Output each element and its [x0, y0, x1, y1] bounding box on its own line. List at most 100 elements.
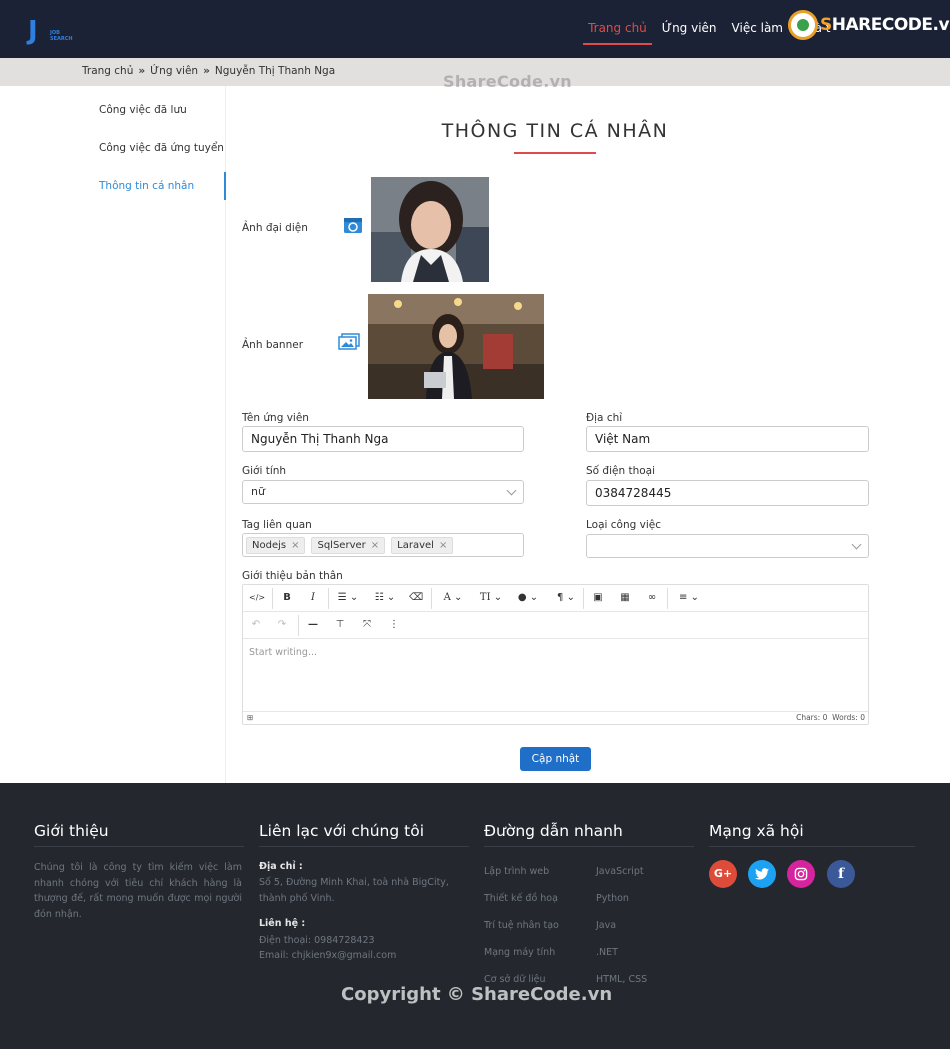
- phone-input[interactable]: 0384728445: [586, 480, 869, 506]
- footer-divider: [34, 846, 244, 847]
- toolbar-divider: [272, 588, 273, 609]
- numbered-list-icon[interactable]: ☷ ⌄: [373, 590, 397, 606]
- gender-selected-value: nữ: [251, 485, 265, 498]
- banner-image: [368, 294, 544, 399]
- footer-link[interactable]: Java: [596, 920, 616, 931]
- tag-chip-label: SqlServer: [317, 540, 366, 551]
- editor-placeholder[interactable]: Start writing...: [249, 647, 317, 658]
- words-count: Words: 0: [832, 713, 865, 722]
- footer-links-heading: Đường dẫn nhanh: [484, 821, 623, 840]
- footer-link[interactable]: JavaScript: [596, 866, 644, 877]
- bio-label: Giới thiệu bản thân: [242, 570, 343, 582]
- tag-chip-label: Nodejs: [252, 540, 287, 551]
- breadcrumb-candidates[interactable]: Ứng viên: [150, 65, 198, 77]
- banner-label: Ảnh banner: [242, 339, 304, 351]
- breadcrumb-current: Nguyễn Thị Thanh Nga: [214, 65, 336, 77]
- resize-handle-icon[interactable]: ⊞: [247, 713, 253, 722]
- footer-email[interactable]: Email: chjkien9x@gmail.com: [259, 948, 459, 964]
- footer-link[interactable]: Thiết kế đồ hoạ: [484, 893, 558, 904]
- toolbar-divider: [583, 588, 584, 609]
- image-icon[interactable]: ▣: [590, 590, 606, 606]
- address-label: Địa chỉ: [586, 412, 623, 424]
- toolbar-divider: [298, 615, 299, 636]
- tag-chip: Nodejs ×: [246, 537, 306, 554]
- remove-tag-icon[interactable]: ×: [291, 540, 299, 551]
- nav-home[interactable]: Trang chủ: [583, 0, 652, 58]
- logo-letter: J: [28, 16, 38, 46]
- footer-address-text: Số 5, Đường Minh Khai, toà nhà BigCity, …: [259, 877, 449, 904]
- google-plus-icon[interactable]: G+: [709, 860, 737, 888]
- redo-icon[interactable]: ↷: [275, 617, 289, 633]
- sidebar-active-indicator: [224, 172, 226, 200]
- remove-tag-icon[interactable]: ×: [371, 540, 379, 551]
- footer-contact-title: Liên hệ :: [259, 918, 306, 929]
- update-button[interactable]: Cập nhật: [520, 747, 591, 771]
- sharecode-logo-text: SHARECODE.vn: [820, 15, 950, 35]
- twitter-icon[interactable]: [748, 860, 776, 888]
- more-options-icon[interactable]: ⋮: [388, 617, 400, 633]
- sidebar-item-applied-jobs[interactable]: Công việc đã ứng tuyển: [99, 142, 224, 154]
- breadcrumb-separator-icon: »: [138, 65, 146, 77]
- color-drop-icon[interactable]: ● ⌄: [514, 590, 542, 606]
- footer-divider: [484, 846, 694, 847]
- horizontal-rule-icon[interactable]: —: [306, 617, 320, 633]
- watermark-text: ShareCode.vn: [443, 72, 572, 91]
- table-icon[interactable]: ▦: [617, 590, 633, 606]
- fullscreen-icon[interactable]: ⤧: [360, 617, 374, 633]
- font-size-icon[interactable]: TI ⌄: [476, 590, 506, 606]
- nav-jobs[interactable]: Việc làm: [727, 0, 788, 58]
- rich-text-editor: </> B I ☰ ⌄ ☷ ⌄ ⌫ A ⌄ TI ⌄ ● ⌄ ¶ ⌄ ▣ ▦ ∞…: [242, 584, 869, 725]
- tag-chip: SqlServer ×: [311, 537, 386, 554]
- candidate-name-input[interactable]: Nguyễn Thị Thanh Nga: [242, 426, 524, 452]
- tags-multiselect[interactable]: Nodejs × SqlServer × Laravel ×: [242, 533, 524, 557]
- toolbar-divider: [431, 588, 432, 609]
- paragraph-icon[interactable]: ¶ ⌄: [552, 590, 580, 606]
- chars-count: Chars: 0: [796, 713, 828, 722]
- tags-label: Tag liên quan: [242, 519, 312, 531]
- upload-banner-icon[interactable]: [338, 333, 360, 350]
- footer-link[interactable]: Python: [596, 893, 629, 904]
- sharecode-logo-icon: [788, 10, 818, 40]
- footer-contact-heading: Liên lạc với chúng tôi: [259, 821, 424, 840]
- gender-select[interactable]: nữ: [242, 480, 524, 504]
- facebook-icon[interactable]: f: [827, 860, 855, 888]
- italic-icon[interactable]: I: [306, 590, 320, 606]
- toolbar-divider: [328, 588, 329, 609]
- chevron-down-icon: [851, 539, 862, 550]
- chevron-down-icon: [506, 485, 517, 496]
- footer-link[interactable]: Lập trình web: [484, 866, 549, 877]
- footer-link[interactable]: Trí tuệ nhân tạo: [484, 920, 559, 931]
- footer-link[interactable]: Mạng máy tính: [484, 947, 555, 958]
- upload-avatar-icon[interactable]: [343, 217, 363, 234]
- nav-candidates[interactable]: Ứng viên: [657, 0, 722, 58]
- footer-address-title: Địa chỉ :: [259, 861, 303, 872]
- link-icon[interactable]: ∞: [644, 590, 660, 606]
- remove-tag-icon[interactable]: ×: [439, 540, 447, 551]
- top-navbar: J JOB SEARCH Trang chủ Ứng viên Việc làm …: [0, 0, 950, 58]
- title-underline: [514, 152, 596, 154]
- align-icon[interactable]: ≡ ⌄: [674, 590, 704, 606]
- address-input[interactable]: Việt Nam: [586, 426, 869, 452]
- sharecode-watermark-logo: SHARECODE.vn: [788, 10, 950, 40]
- format-painter-icon[interactable]: ⊤: [333, 617, 347, 633]
- job-type-select[interactable]: [586, 534, 869, 558]
- logo-subtitle: JOB SEARCH: [50, 30, 73, 42]
- tag-chip-label: Laravel: [397, 540, 434, 551]
- undo-icon[interactable]: ↶: [249, 617, 263, 633]
- footer-about-text: Chúng tôi là công ty tìm kiếm việc làm n…: [34, 862, 242, 920]
- editor-toolbar-row-1: </> B I ☰ ⌄ ☷ ⌄ ⌫ A ⌄ TI ⌄ ● ⌄ ¶ ⌄ ▣ ▦ ∞…: [243, 585, 868, 612]
- bold-icon[interactable]: B: [280, 590, 294, 606]
- footer-link[interactable]: .NET: [596, 947, 618, 958]
- avatar-image: [371, 177, 489, 282]
- footer-about-heading: Giới thiệu: [34, 821, 109, 840]
- eraser-icon[interactable]: ⌫: [409, 590, 423, 606]
- candidate-name-label: Tên ứng viên: [242, 412, 309, 424]
- breadcrumb-home[interactable]: Trang chủ: [82, 65, 133, 77]
- bullet-list-icon[interactable]: ☰ ⌄: [336, 590, 360, 606]
- instagram-icon[interactable]: [787, 860, 815, 888]
- site-logo[interactable]: J JOB SEARCH: [28, 16, 74, 46]
- source-code-icon[interactable]: </>: [249, 590, 265, 606]
- sidebar-item-saved-jobs[interactable]: Công việc đã lưu: [99, 104, 187, 116]
- font-family-icon[interactable]: A ⌄: [440, 590, 466, 606]
- sidebar-item-personal-info[interactable]: Thông tin cá nhân: [99, 180, 194, 192]
